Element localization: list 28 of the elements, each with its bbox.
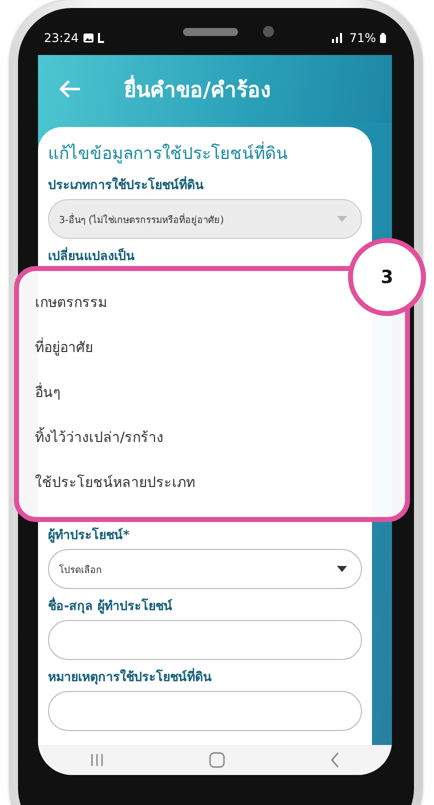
recent-apps-icon[interactable]: [90, 753, 104, 767]
image-icon: [82, 32, 94, 42]
dropdown-option[interactable]: เกษตรกรรม: [19, 279, 123, 324]
header-title: ยื่นคำขอ/คำร้อง: [124, 72, 271, 106]
home-icon[interactable]: [208, 752, 225, 768]
input-field[interactable]: [48, 620, 362, 660]
dropdown-option[interactable]: ทิ้งไว้ว่างเปล่า/รกร้าง: [19, 414, 180, 460]
field-label: เปลี่ยนแปลงเป็น: [48, 246, 136, 265]
battery-icon: [380, 32, 386, 42]
status-time: 23:24: [44, 30, 79, 44]
battery-percent: 71%: [349, 30, 376, 44]
dropdown-option[interactable]: ที่อยู่อาศัย: [19, 324, 109, 370]
caret-icon: [337, 566, 347, 572]
field-label: หมายเหตุการใช้ประโยชน์ที่ดิน: [48, 667, 213, 687]
field-label: ประเภทการใช้ประโยชน์ที่ดิน: [48, 175, 205, 194]
form-title: แก้ไขข้อมูลการใช้ประโยชน์ที่ดิน: [48, 139, 362, 166]
input-field[interactable]: [48, 691, 362, 731]
select-field[interactable]: โปรดเลือก: [48, 549, 362, 589]
caret-icon: [337, 216, 347, 222]
field-label: ผู้ทำประโยชน์*: [48, 526, 131, 545]
field-label: ชื่อ-สกุล ผู้ทำประโยชน์: [48, 596, 174, 616]
camera-dot: [263, 26, 274, 37]
back-icon[interactable]: [330, 752, 340, 768]
dropdown-option[interactable]: ใช้ประโยชน์หลายประเภท: [19, 460, 211, 506]
speaker-grille: [183, 28, 238, 36]
status-icon: [98, 32, 104, 42]
dropdown-option[interactable]: อื่นๆ: [19, 369, 77, 415]
back-arrow-icon[interactable]: [58, 80, 80, 98]
